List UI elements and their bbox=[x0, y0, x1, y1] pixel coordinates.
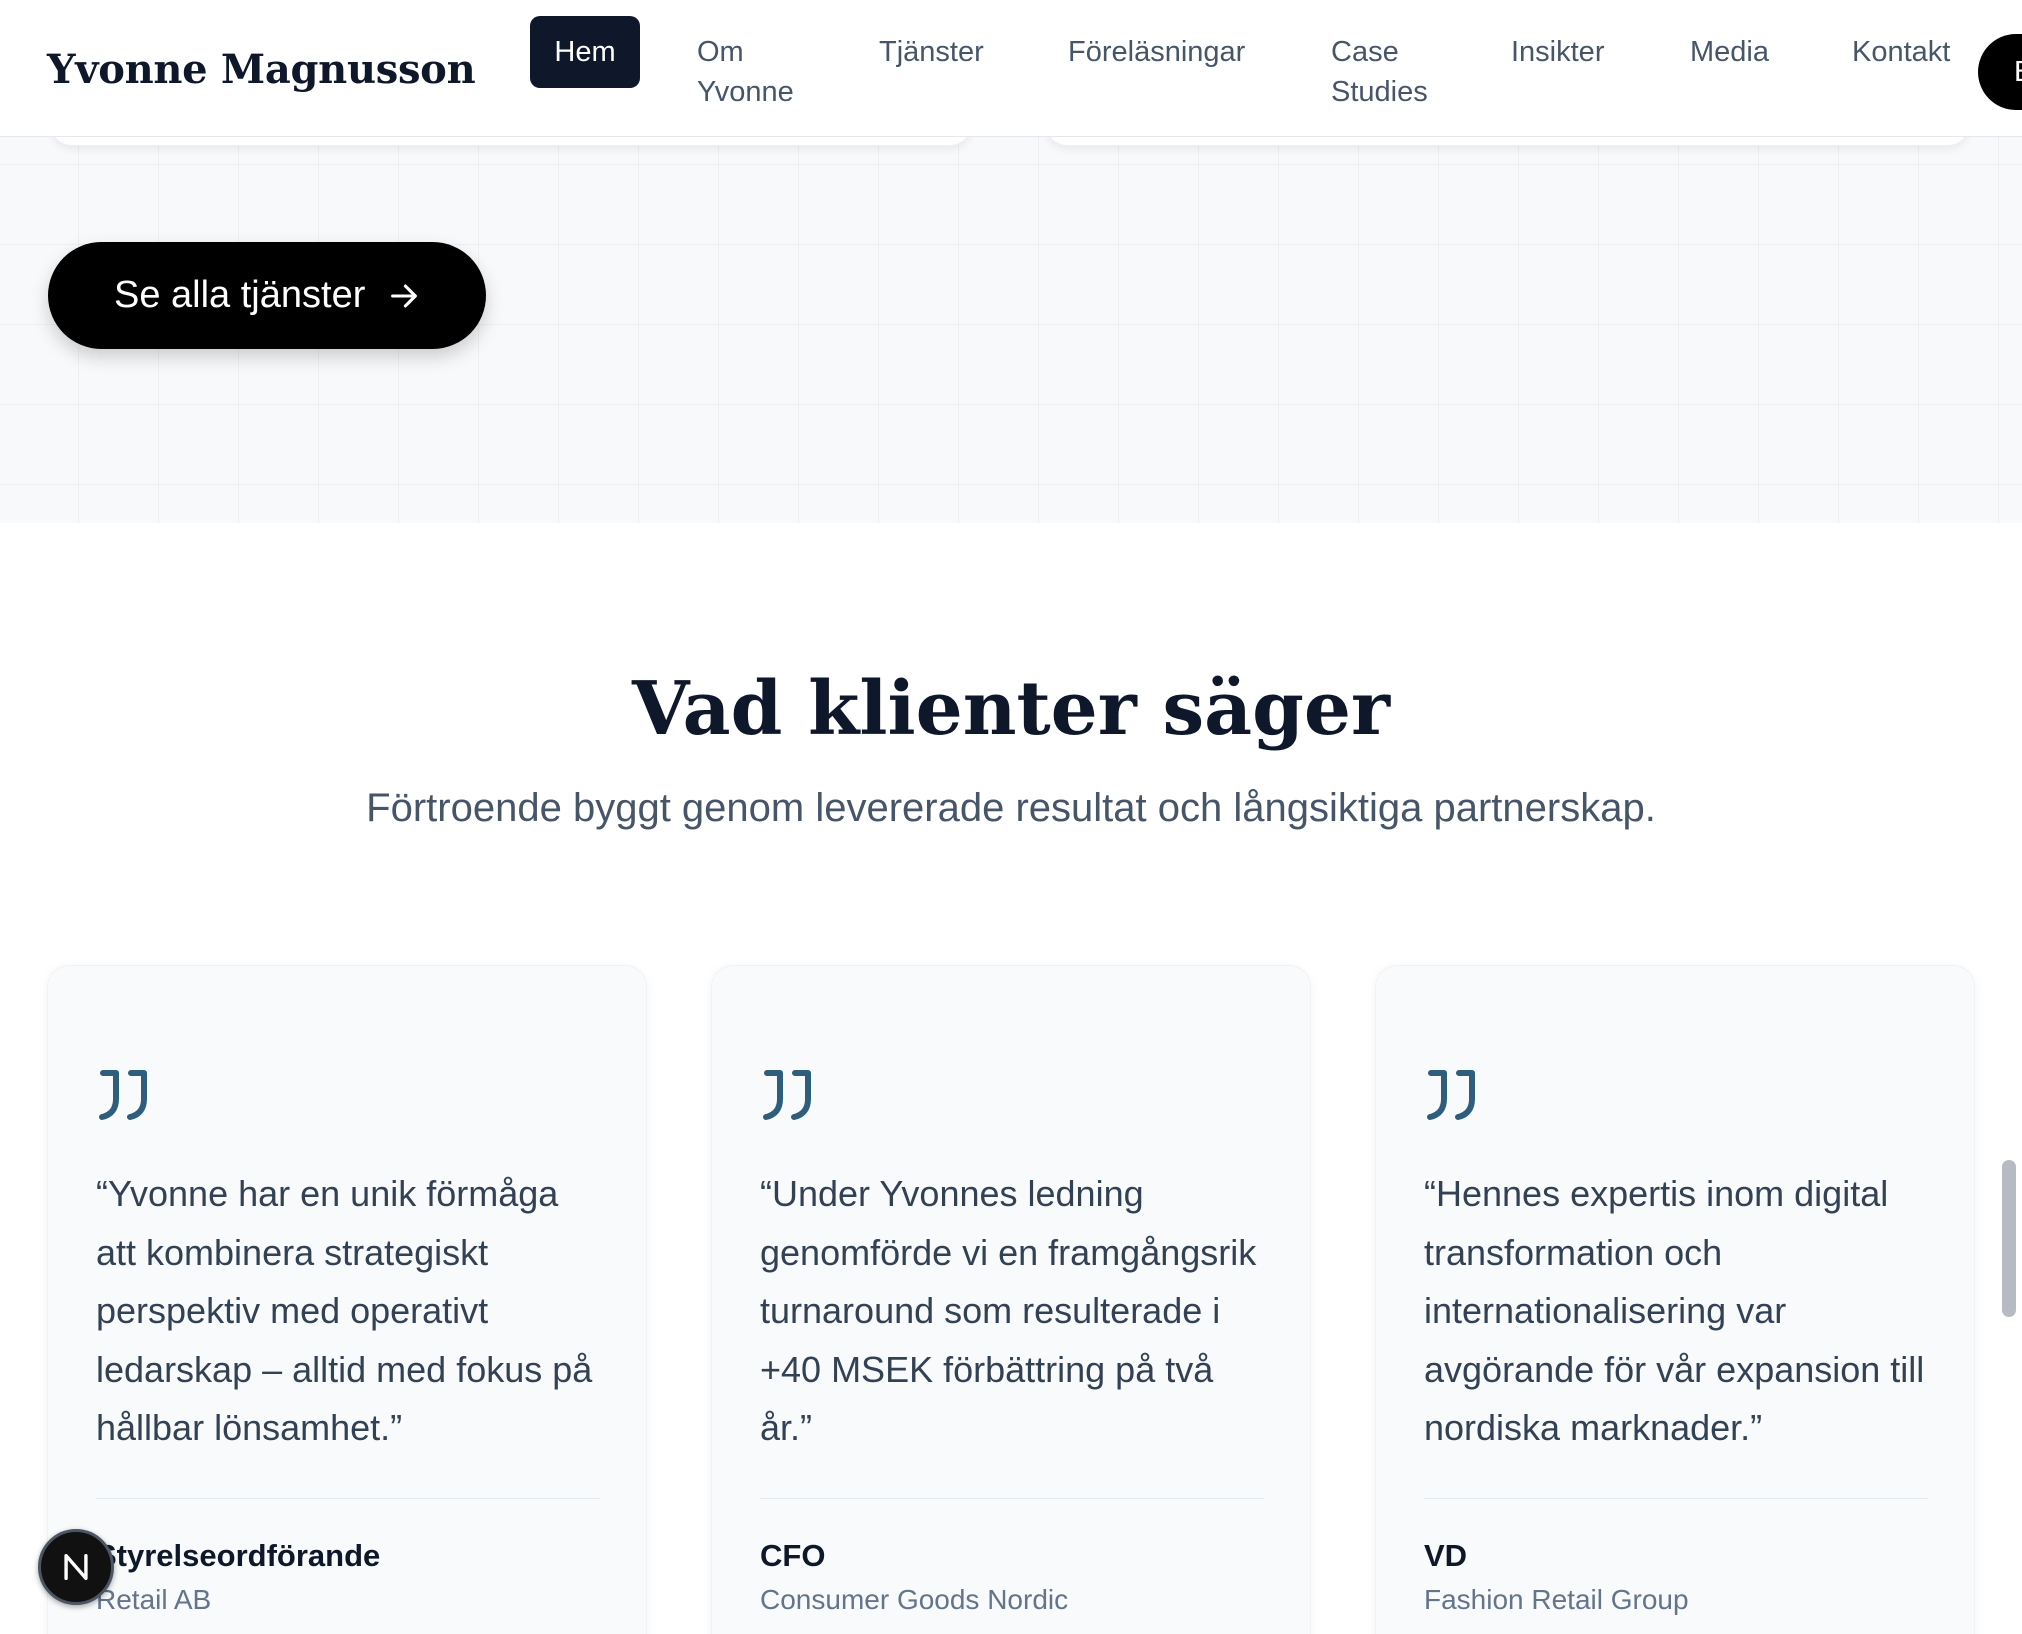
testimonial-company: Consumer Goods Nordic bbox=[760, 1584, 1069, 1615]
testimonial-company: Fashion Retail Group bbox=[1424, 1584, 1689, 1615]
nav-item-tjanster[interactable]: Tjänster bbox=[879, 32, 984, 72]
testimonial-quote: “Under Yvonnes ledning genomförde vi en … bbox=[760, 1173, 1257, 1448]
see-all-services-label: Se alla tjänster bbox=[114, 274, 366, 316]
see-all-services-button[interactable]: Se alla tjänster bbox=[48, 242, 486, 349]
testimonial-card: “Hennes expertis inom digital transforma… bbox=[1375, 965, 1975, 1634]
quote-icon bbox=[763, 1070, 811, 1120]
testimonial-quote: “Hennes expertis inom digital transforma… bbox=[1424, 1173, 1925, 1448]
header-cta-button[interactable]: B bbox=[1978, 34, 2022, 110]
nav-item-forelasningar[interactable]: Föreläsningar bbox=[1068, 32, 1245, 72]
testimonial-card: “Yvonne har en unik förmåga att kombiner… bbox=[47, 965, 647, 1634]
divider bbox=[96, 1498, 600, 1499]
quote-icon bbox=[1427, 1070, 1475, 1120]
brand-logo[interactable]: Yvonne Magnusson bbox=[47, 46, 476, 93]
testimonials-subtitle: Förtroende byggt genom levererade result… bbox=[366, 786, 1656, 830]
divider bbox=[1424, 1498, 1928, 1499]
nav-item-kontakt[interactable]: Kontakt bbox=[1852, 32, 1950, 72]
divider bbox=[760, 1498, 1264, 1499]
testimonial-quote: “Yvonne har en unik förmåga att kombiner… bbox=[96, 1173, 593, 1448]
nav-item-hem[interactable]: Hem bbox=[530, 16, 640, 88]
page-scrollbar-thumb[interactable] bbox=[2002, 1160, 2016, 1317]
header-cta-label: B bbox=[2014, 56, 2022, 89]
nav-item-media[interactable]: Media bbox=[1690, 32, 1769, 72]
n-logo-icon bbox=[64, 1553, 88, 1581]
testimonial-company: Retail AB bbox=[96, 1584, 212, 1615]
testimonial-card: “Under Yvonnes ledning genomförde vi en … bbox=[711, 965, 1311, 1634]
testimonials-title: Vad klienter säger bbox=[632, 666, 1390, 752]
testimonial-role: VD bbox=[1424, 1538, 1468, 1573]
nav-item-insikter[interactable]: Insikter bbox=[1511, 32, 1604, 72]
nav-item-om-yvonne[interactable]: Om Yvonne bbox=[697, 32, 817, 112]
testimonial-role: Styrelseordförande bbox=[96, 1538, 381, 1573]
nav-item-case-studies[interactable]: Case Studies bbox=[1331, 32, 1441, 112]
arrow-right-icon bbox=[391, 284, 418, 307]
testimonial-role: CFO bbox=[760, 1538, 826, 1573]
site-header: Yvonne Magnusson Hem Om Yvonne Tjänster … bbox=[0, 0, 2022, 137]
dev-tools-badge[interactable] bbox=[38, 1529, 114, 1605]
quote-icon bbox=[99, 1070, 147, 1120]
